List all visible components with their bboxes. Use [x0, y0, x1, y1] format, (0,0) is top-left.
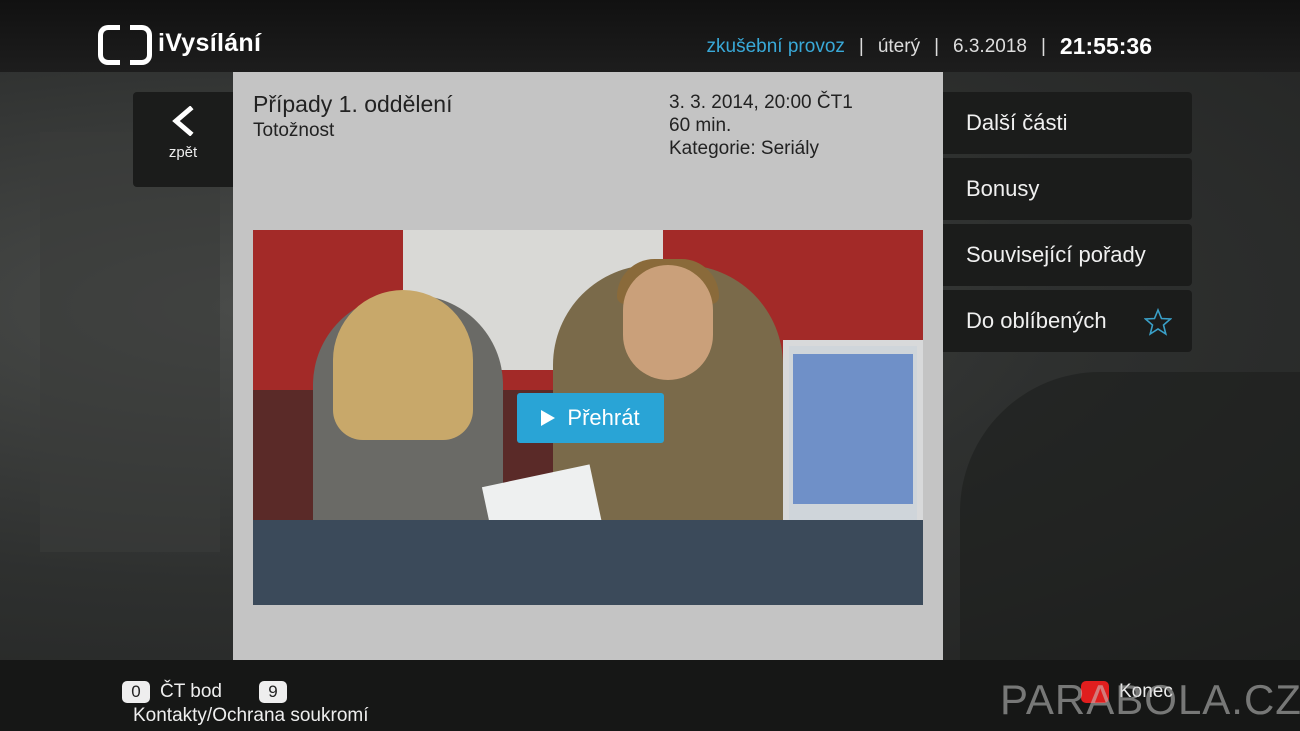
watermark: PARABOLA.CZ [1000, 676, 1300, 723]
menu-item-bonuses[interactable]: Bonusy [943, 158, 1192, 220]
programme-title: Případy 1. oddělení [253, 91, 453, 117]
remote-key-9-icon: 9 [259, 681, 287, 703]
episode-title: Totožnost [253, 120, 335, 141]
clock: 21:55:36 [1059, 33, 1152, 59]
back-button[interactable]: zpět [133, 92, 233, 187]
chevron-left-icon [172, 106, 194, 136]
day-label: úterý [877, 35, 921, 57]
menu-item-label: Bonusy [966, 176, 1040, 201]
date-label: 6.3.2018 [953, 35, 1027, 57]
star-outline-icon [1144, 308, 1172, 336]
back-label: zpět [168, 144, 198, 161]
top-bar: iVysílání zkušební provoz | úterý | 6.3.… [0, 0, 1300, 72]
category: Kategorie: Seriály [669, 138, 819, 159]
menu-item-more-episodes[interactable]: Další části [943, 92, 1192, 154]
programme-detail-panel: Případy 1. oddělení Totožnost 3. 3. 2014… [233, 72, 943, 660]
ct-bod-link[interactable]: ČT bod [160, 681, 222, 703]
play-button[interactable]: Přehrát [517, 393, 664, 443]
play-icon [541, 410, 556, 426]
duration: 60 min. [669, 115, 732, 136]
menu-item-label: Další části [966, 110, 1068, 135]
menu-item-add-favourites[interactable]: Do oblíbených [943, 290, 1192, 352]
background-shape [960, 372, 1300, 660]
menu-item-label: Související pořady [966, 242, 1146, 267]
separator: | [1040, 35, 1046, 57]
separator: | [858, 35, 864, 57]
menu-item-related[interactable]: Související pořady [943, 224, 1192, 286]
trial-mode-label: zkušební provoz [706, 35, 845, 57]
side-menu: Další části Bonusy Související pořady Do… [943, 92, 1192, 356]
contacts-privacy-link[interactable]: Kontakty/Ochrana soukromí [133, 705, 369, 727]
remote-key-0-icon: 0 [122, 681, 150, 703]
programme-meta: 3. 3. 2014, 20:00 ČT1 60 min. Kategorie:… [669, 91, 853, 160]
status-line: zkušební provoz | úterý | 6.3.2018 | 21:… [707, 33, 1152, 60]
separator: | [934, 35, 940, 57]
menu-item-label: Do oblíbených [966, 308, 1107, 333]
ivysilani-logo: iVysílání [98, 24, 262, 65]
play-label: Přehrát [567, 405, 640, 430]
background-shape [40, 132, 220, 552]
broadcast-info: 3. 3. 2014, 20:00 ČT1 [669, 92, 853, 113]
ct-logo-icon [98, 24, 152, 65]
logo-text: iVysílání [158, 28, 262, 57]
